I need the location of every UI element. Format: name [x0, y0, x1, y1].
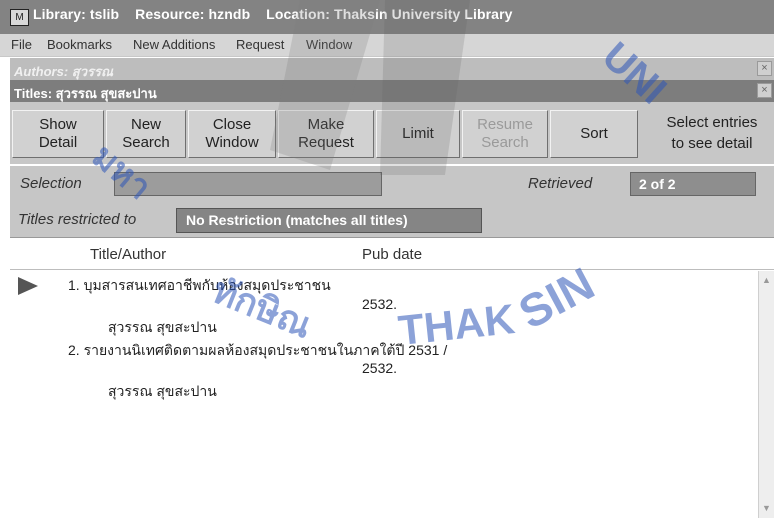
result-author: สุวรรณ สุขสะปาน — [108, 319, 217, 335]
titles-window-bar: Titles: สุวรรณ สุขสะปาน × — [10, 80, 774, 102]
menubar: File Bookmarks New Additions Request Win… — [0, 34, 774, 57]
hint-line-1: Select entries — [666, 114, 758, 131]
sort-button[interactable]: Sort — [550, 110, 638, 158]
resume-search-label-2: Search — [481, 134, 529, 151]
restriction-row: Titles restricted to No Restriction (mat… — [10, 204, 774, 238]
result-date: 2532. — [362, 360, 398, 376]
toolbar: Show Detail New Search Close Window Make… — [10, 102, 774, 164]
menu-file[interactable]: File — [11, 37, 32, 52]
make-request-label-2: Request — [298, 134, 354, 151]
authors-window-bar: Authors: สุวรรณ × — [10, 58, 774, 80]
list-item[interactable]: 2. รายงานนิเทศติดตามผลห้องสมุดประชาชนในภ… — [10, 339, 758, 399]
column-header: Title/Author Pub date — [10, 240, 774, 270]
retrieved-label: Retrieved — [528, 175, 593, 192]
result-title: 1. บุมสารสนเทศอาชีพกับห้องสมุดประชาชน — [68, 277, 331, 293]
selection-row: Selection Retrieved 2 of 2 — [10, 166, 774, 204]
result-title: 2. รายงานนิเทศติดตามผลห้องสมุดประชาชนในภ… — [68, 342, 448, 358]
close-window-label-2: Window — [205, 134, 259, 151]
selection-field[interactable] — [114, 172, 382, 196]
titles-close-icon[interactable]: × — [757, 83, 772, 98]
select-entries-hint: Select entries to see detail — [650, 112, 774, 154]
show-detail-button[interactable]: Show Detail — [12, 110, 104, 158]
authors-window-title: Authors: สุวรรณ — [14, 64, 114, 79]
scroll-down-icon[interactable]: ▼ — [762, 503, 771, 513]
sort-label: Sort — [580, 125, 608, 142]
limit-button[interactable]: Limit — [376, 110, 460, 158]
vertical-scrollbar[interactable]: ▲ ▼ — [758, 271, 774, 518]
new-search-label-1: New — [130, 116, 161, 133]
selection-label: Selection — [20, 175, 82, 192]
restriction-field[interactable]: No Restriction (matches all titles) — [176, 208, 482, 233]
result-author: สุวรรณ สุขสะปาน — [108, 383, 217, 399]
new-search-button[interactable]: New Search — [106, 110, 186, 158]
library-app-icon: M — [10, 9, 29, 26]
show-detail-label-1: Show — [39, 116, 77, 133]
menu-bookmarks[interactable]: Bookmarks — [47, 37, 112, 52]
authors-close-icon[interactable]: × — [757, 61, 772, 76]
hint-line-2: to see detail — [671, 135, 753, 152]
titles-window-title: Titles: สุวรรณ สุขสะปาน — [14, 86, 157, 101]
app-titlebar: M Library: tslib Resource: hzndb Locatio… — [0, 0, 774, 34]
restriction-label: Titles restricted to — [18, 211, 137, 228]
menu-request[interactable]: Request — [236, 37, 284, 52]
retrieved-count: 2 of 2 — [630, 172, 756, 196]
make-request-label-1: Make — [307, 116, 345, 133]
column-title-author[interactable]: Title/Author — [90, 246, 166, 263]
results-list: 1. บุมสารสนเทศอาชีพกับห้องสมุดประชาชน 25… — [10, 271, 758, 518]
menu-new-additions[interactable]: New Additions — [133, 37, 215, 52]
close-window-button[interactable]: Close Window — [188, 110, 276, 158]
resume-search-button[interactable]: Resume Search — [462, 110, 548, 158]
show-detail-label-2: Detail — [38, 134, 78, 151]
limit-label: Limit — [402, 125, 434, 142]
menu-window[interactable]: Window — [306, 37, 352, 52]
close-window-label-1: Close — [212, 116, 252, 133]
new-search-label-2: Search — [122, 134, 170, 151]
resume-search-label-1: Resume — [477, 116, 533, 133]
make-request-button[interactable]: Make Request — [278, 110, 374, 158]
result-date: 2532. — [362, 296, 398, 312]
app-title: Library: tslib Resource: hzndb Location:… — [33, 6, 513, 22]
scroll-up-icon[interactable]: ▲ — [762, 275, 771, 285]
column-pub-date[interactable]: Pub date — [362, 246, 422, 263]
